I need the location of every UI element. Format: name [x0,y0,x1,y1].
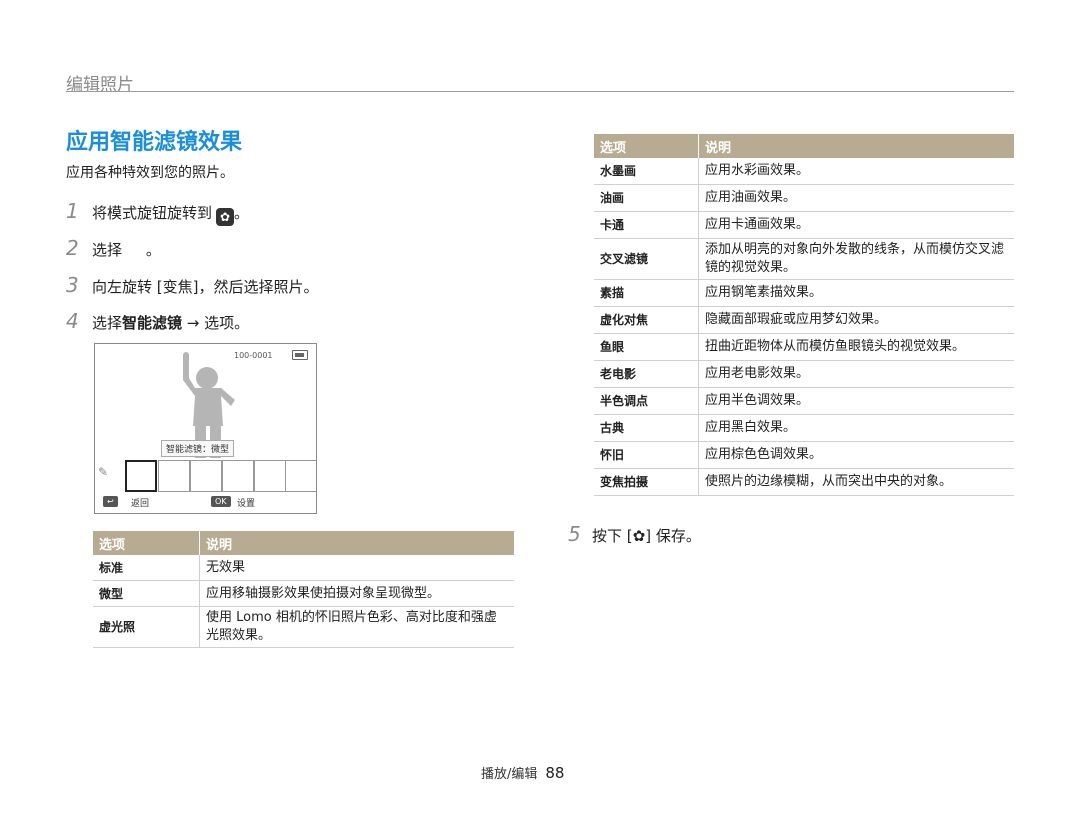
description-cell: 应用半色调效果。 [698,387,1014,415]
filter-thumb[interactable] [254,460,286,492]
table-row: 水墨画 应用水彩画效果。 [594,158,1014,185]
header-divider [66,91,1014,92]
step-text: 选择 。 [92,241,161,259]
step-text: 将模式旋钮旋转到 [92,204,213,222]
table-row: 变焦拍摄 使照片的边缘模糊，从而突出中央的对象。 [594,468,1014,496]
description-cell: 应用棕色色调效果。 [698,441,1014,469]
filter-thumb[interactable] [222,460,254,492]
step-number: 1 [66,199,79,223]
option-cell: 交叉滤镜 [594,238,699,280]
description-cell: 应用黑白效果。 [698,414,1014,442]
table-row: 卡通 应用卡通画效果。 [594,211,1014,239]
option-cell: 古典 [594,414,699,442]
footer-section: 播放/编辑 [481,767,538,782]
step-text: 向左旋转 [变焦]，然后选择照片。 [92,278,319,296]
option-cell: 水墨画 [594,158,699,185]
filter-thumb[interactable] [158,460,190,492]
option-cell: 标准 [93,555,200,581]
step-number: 4 [66,309,79,333]
page-number: 88 [545,764,565,782]
step-2: 2 选择 。 [66,236,161,260]
step-1: 1 将模式旋钮旋转到 ✿。 [66,199,249,226]
battery-icon [292,350,308,360]
table-row: 标准 无效果 [93,555,514,581]
table-row: 虚化对焦 隐藏面部瑕疵或应用梦幻效果。 [594,306,1014,334]
filter-options [95,460,316,492]
back-label: 返回 [131,499,150,509]
description-cell: 应用老电影效果。 [698,360,1014,388]
description-cell: 隐藏面部瑕疵或应用梦幻效果。 [698,306,1014,334]
option-cell: 怀旧 [594,441,699,469]
step-text: 按下 [ [592,527,633,545]
option-cell: 变焦拍摄 [594,468,699,496]
table-row: 怀旧 应用棕色色调效果。 [594,441,1014,469]
option-cell: 虚光照 [93,606,200,648]
smart-mode-icon: ✿ [216,208,235,226]
filter-thumb[interactable] [285,460,316,492]
table-row: 油画 应用油画效果。 [594,184,1014,212]
table-row: 交叉滤镜 添加从明亮的对象向外发散的线条，从而模仿交叉滤镜的视觉效果。 [594,238,1014,280]
step-number: 2 [66,236,79,260]
intro-text: 应用各种特效到您的照片。 [66,165,234,181]
option-cell: 半色调点 [594,387,699,415]
description-cell: 应用卡通画效果。 [698,211,1014,239]
step-text-end: 。 [234,204,250,222]
option-cell: 鱼眼 [594,333,699,361]
step-text: 选择 [92,314,123,332]
step-4: 4 选择智能滤镜 → 选项。 [66,309,249,333]
description-cell: 扭曲近距物体从而模仿鱼眼镜头的视觉效果。 [698,333,1014,361]
effect-filter-table: 选项 说明 水墨画 应用水彩画效果。 油画 应用油画效果。 卡通 应用卡通画效果。 交… [594,134,1014,496]
table-row: 微型 应用移轴摄影效果使拍摄对象呈现微型。 [93,580,514,607]
description-cell: 应用移轴摄影效果使拍摄对象呈现微型。 [199,580,514,607]
option-cell: 老电影 [594,360,699,388]
filter-thumb[interactable] [190,460,222,492]
description-cell: 应用钢笔素描效果。 [698,279,1014,307]
filter-thumb-selected[interactable] [125,460,157,492]
column-header-description: 说明 [199,531,514,555]
camera-screen: 100-0001 智能滤镜：微型 ✎ ↩ 返回 OK 设置 [94,343,317,514]
step-text-end: ] 保存。 [645,527,701,545]
step-text-end: → 选项。 [182,314,250,332]
table-row: 素描 应用钢笔素描效果。 [594,279,1014,307]
description-cell: 使照片的边缘模糊，从而突出中央的对象。 [698,468,1014,496]
table-row: 古典 应用黑白效果。 [594,414,1014,442]
option-cell: 油画 [594,184,699,212]
table-row: 老电影 应用老电影效果。 [594,360,1014,388]
description-cell: 应用油画效果。 [698,184,1014,212]
description-cell: 添加从明亮的对象向外发散的线条，从而模仿交叉滤镜的视觉效果。 [698,238,1014,280]
step-3: 3 向左旋转 [变焦]，然后选择照片。 [66,273,318,297]
table-row: 鱼眼 扭曲近距物体从而模仿鱼眼镜头的视觉效果。 [594,333,1014,361]
option-cell: 卡通 [594,211,699,239]
option-cell: 微型 [93,580,200,607]
column-header-option: 选项 [594,134,699,158]
screen-button-bar: ↩ 返回 OK 设置 [95,493,316,513]
ok-label: 设置 [237,499,256,509]
table-row: 虚光照 使用 Lomo 相机的怀旧照片色彩、高对比度和强虚光照效果。 [93,606,514,648]
option-cell: 虚化对焦 [594,306,699,334]
back-key-icon[interactable]: ↩ [103,496,118,507]
save-button-icon: ✿ [632,527,646,545]
page-title: 应用智能滤镜效果 [66,130,243,155]
page-footer: 播放/编辑 88 [481,763,564,782]
filter-label: 智能滤镜：微型 [161,440,235,457]
description-cell: 应用水彩画效果。 [698,158,1014,185]
ok-key-icon[interactable]: OK [211,496,231,507]
step-text-bold: 智能滤镜 [122,314,183,332]
step-5: 5 按下 [✿] 保存。 [568,522,701,546]
step-number: 3 [66,273,79,297]
table-row: 半色调点 应用半色调效果。 [594,387,1014,415]
option-cell: 素描 [594,279,699,307]
description-cell: 使用 Lomo 相机的怀旧照片色彩、高对比度和强虚光照效果。 [199,606,514,648]
file-counter: 100-0001 [234,351,273,360]
column-header-description: 说明 [698,134,1014,158]
description-cell: 无效果 [199,555,514,581]
basic-filter-table: 选项 说明 标准 无效果 微型 应用移轴摄影效果使拍摄对象呈现微型。 虚光照 使… [93,531,514,648]
column-header-option: 选项 [93,531,200,555]
step-number: 5 [568,522,581,546]
